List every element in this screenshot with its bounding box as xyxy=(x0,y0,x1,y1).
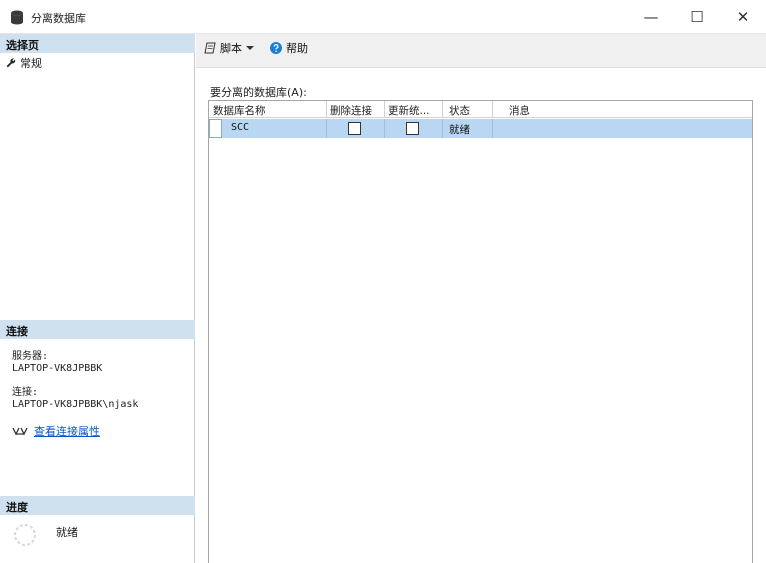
column-header-drop-connections[interactable]: 删除连接 xyxy=(330,103,372,118)
maximize-button[interactable]: ☐ xyxy=(674,0,720,34)
script-label: 脚本 xyxy=(220,42,242,55)
select-page-header: 选择页 xyxy=(0,34,195,53)
plug-icon xyxy=(12,427,28,436)
cell-database-name: SCC xyxy=(231,122,250,133)
progress-status: 就绪 xyxy=(56,526,78,539)
grid-header: 数据库名称 删除连接 更新统... 状态 消息 xyxy=(209,101,752,118)
minimize-button[interactable]: — xyxy=(628,0,674,34)
row-selector[interactable] xyxy=(209,119,222,138)
column-header-message[interactable]: 消息 xyxy=(509,103,530,118)
table-row[interactable]: SCC 就绪 xyxy=(209,119,752,138)
server-value: LAPTOP-VK8JPBBK xyxy=(12,363,103,374)
chevron-down-icon xyxy=(246,46,254,50)
cell-status: 就绪 xyxy=(449,124,470,136)
script-button[interactable]: 脚本 xyxy=(204,40,254,56)
update-statistics-checkbox[interactable] xyxy=(406,122,419,135)
progress-spinner-icon xyxy=(14,524,36,546)
help-icon xyxy=(270,42,282,54)
help-button[interactable]: 帮助 xyxy=(270,40,308,56)
connection-value: LAPTOP-VK8JPBBK\njask xyxy=(12,399,139,410)
help-label: 帮助 xyxy=(286,42,308,55)
script-icon xyxy=(204,42,216,54)
close-button[interactable]: ✕ xyxy=(720,0,766,34)
title-bar: 分离数据库 — ☐ ✕ xyxy=(0,0,766,34)
connection-header: 连接 xyxy=(0,320,195,339)
column-header-update-statistics[interactable]: 更新统... xyxy=(388,103,430,118)
server-label: 服务器: xyxy=(12,351,49,362)
databases-grid: 数据库名称 删除连接 更新统... 状态 消息 SCC 就绪 xyxy=(208,100,753,563)
page-item-label: 常规 xyxy=(20,57,42,70)
view-connection-properties-row: 查看连接属性 xyxy=(12,423,100,439)
column-header-status[interactable]: 状态 xyxy=(449,103,470,118)
window-title: 分离数据库 xyxy=(31,12,86,25)
wrench-icon xyxy=(6,58,16,68)
page-item-general[interactable]: 常规 xyxy=(6,55,42,71)
database-icon xyxy=(11,10,23,25)
column-header-database-name[interactable]: 数据库名称 xyxy=(213,103,266,118)
drop-connections-checkbox[interactable] xyxy=(348,122,361,135)
view-connection-properties-link[interactable]: 查看连接属性 xyxy=(34,423,100,439)
connection-label: 连接: xyxy=(12,387,39,398)
databases-to-detach-label: 要分离的数据库(A): xyxy=(210,86,307,99)
left-panel: 选择页 常规 连接 服务器: LAPTOP-VK8JPBBK 连接: LAPTO… xyxy=(0,34,195,563)
main-panel: 脚本 帮助 要分离的数据库(A): 数据库名称 删除连接 更新统... 状态 消… xyxy=(196,34,766,563)
toolbar: 脚本 帮助 xyxy=(196,34,766,68)
progress-header: 进度 xyxy=(0,496,195,515)
